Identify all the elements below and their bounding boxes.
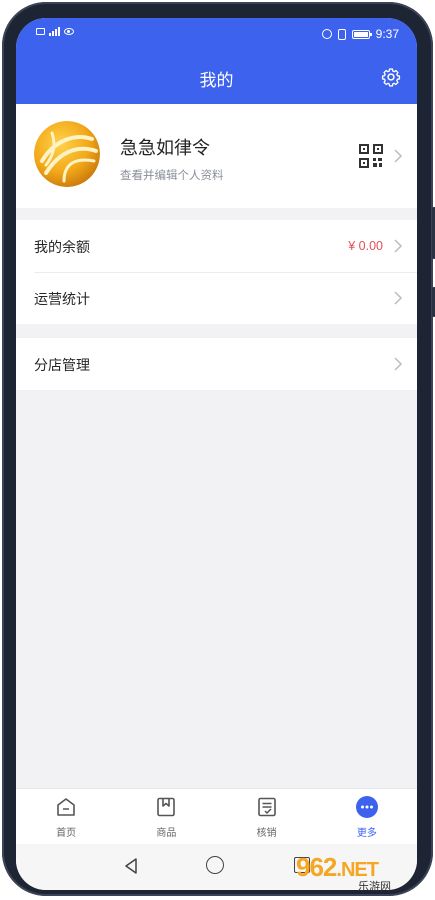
balance-value: ¥ 0.00 xyxy=(348,239,383,253)
page-title: 我的 xyxy=(199,71,234,91)
watermark-caption: 乐游网 xyxy=(358,880,391,893)
bookmark-icon xyxy=(157,797,176,817)
branch-management-label: 分店管理 xyxy=(34,358,90,374)
status-time: 9:37 xyxy=(375,27,399,41)
status-bar: 9:37 xyxy=(16,18,417,50)
document-icon xyxy=(257,797,276,817)
tab-bar: 首页 商品 核销 更多 xyxy=(16,788,417,844)
tab-verify-label: 核销 xyxy=(256,828,277,839)
profile-subtitle: 查看并编辑个人资料 xyxy=(120,168,224,182)
statistics-row[interactable]: 运营统计 xyxy=(16,272,417,324)
chevron-right-icon xyxy=(394,291,403,305)
tab-home[interactable]: 首页 xyxy=(16,789,116,844)
tab-verify[interactable]: 核销 xyxy=(217,789,317,844)
menu-group-finance: 我的余额 ¥ 0.00 运营统计 xyxy=(16,220,417,324)
back-icon[interactable] xyxy=(123,857,139,875)
app-screen: 9:37 我的 急急如律令 查看并编辑个人资料 我的余额 ¥ 0.00 运营统计… xyxy=(16,18,417,890)
tab-more[interactable]: 更多 xyxy=(317,789,417,844)
chevron-right-icon xyxy=(394,149,403,163)
qr-code-icon[interactable] xyxy=(359,144,383,168)
balance-label: 我的余额 xyxy=(34,240,90,256)
chevron-right-icon xyxy=(394,239,403,253)
tab-home-label: 首页 xyxy=(56,828,77,839)
tab-more-label: 更多 xyxy=(356,828,377,839)
phone-frame: 9:37 我的 急急如律令 查看并编辑个人资料 我的余额 ¥ 0.00 运营统计… xyxy=(2,2,435,896)
branch-management-row[interactable]: 分店管理 xyxy=(16,338,417,390)
home-icon xyxy=(57,798,75,816)
tab-products-label: 商品 xyxy=(156,828,177,839)
settings-gear-icon[interactable] xyxy=(381,67,401,87)
statistics-label: 运营统计 xyxy=(34,292,90,308)
home-button-icon[interactable] xyxy=(206,856,224,874)
battery-icon xyxy=(351,29,372,39)
eye-icon xyxy=(64,28,74,35)
avatar[interactable] xyxy=(34,121,100,187)
header-bar: 9:37 我的 xyxy=(16,18,417,104)
profile-card[interactable]: 急急如律令 查看并编辑个人资料 xyxy=(16,104,417,208)
menu-group-stores: 分店管理 xyxy=(16,338,417,390)
vibrate-icon xyxy=(337,28,346,40)
balance-row[interactable]: 我的余额 ¥ 0.00 xyxy=(16,220,417,272)
profile-name: 急急如律令 xyxy=(120,138,210,159)
signal-icon xyxy=(49,27,60,36)
watermark: 962.NET 乐游网 xyxy=(296,852,428,893)
alarm-icon xyxy=(321,29,332,39)
chevron-right-icon xyxy=(394,357,403,371)
tab-products[interactable]: 商品 xyxy=(116,789,216,844)
sim-icon xyxy=(36,28,45,35)
more-icon xyxy=(355,796,378,818)
